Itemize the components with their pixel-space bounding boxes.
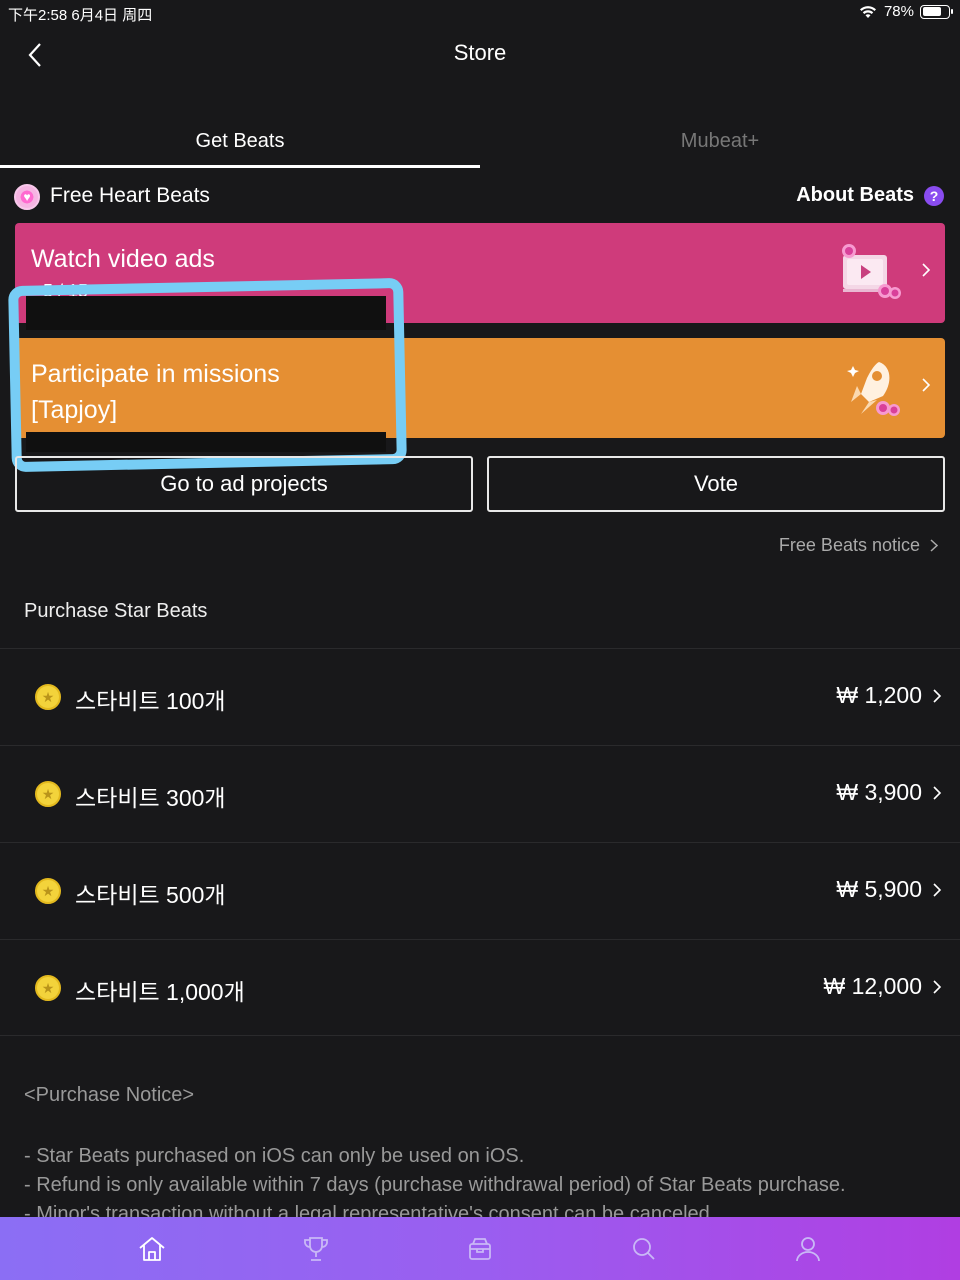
annotation-marker-fill	[26, 432, 386, 452]
help-icon[interactable]: ?	[924, 186, 944, 206]
go-to-ad-projects-button[interactable]: Go to ad projects	[15, 456, 473, 512]
store-icon	[469, 1237, 491, 1260]
status-time: 下午2:58 6月4日 周四	[8, 7, 153, 24]
profile-icon	[796, 1236, 820, 1261]
section-title: Free Heart Beats	[50, 184, 210, 207]
rocket-icon	[847, 362, 900, 416]
chevron-right-icon	[933, 689, 942, 703]
card-title-line2: [Tapjoy]	[31, 396, 118, 424]
vote-button[interactable]: Vote	[487, 456, 945, 512]
home-icon	[139, 1236, 165, 1261]
chevron-right-icon	[922, 378, 931, 392]
nav-bar: Store	[0, 26, 960, 86]
heart-beat-icon: ♥	[14, 184, 40, 210]
chevron-right-icon	[933, 980, 942, 994]
status-right: 78%	[858, 3, 953, 20]
status-bar: 下午2:58 6月4日 周四 78%	[0, 0, 960, 26]
item-price: ₩ 1,200	[836, 682, 922, 708]
star-coin-icon: ★	[35, 975, 61, 1001]
nav-ranking[interactable]	[234, 1217, 398, 1280]
battery-icon	[920, 4, 953, 19]
search-icon	[633, 1237, 655, 1260]
item-price: ₩ 3,900	[836, 779, 922, 805]
annotation-marker-fill	[26, 296, 386, 330]
trophy-icon	[304, 1236, 328, 1261]
card-title-line1: Participate in missions	[31, 360, 280, 388]
item-price: ₩ 5,900	[836, 876, 922, 902]
tab-bar: Get Beats Mubeat+	[0, 110, 960, 170]
purchase-row[interactable]: ★ 스타비트 1,000개 ₩ 12,000	[0, 939, 960, 1036]
item-label: 스타비트 300개	[75, 785, 226, 811]
item-label: 스타비트 100개	[75, 688, 226, 714]
item-label: 스타비트 1,000개	[75, 979, 245, 1005]
chevron-right-icon	[933, 786, 942, 800]
nav-store[interactable]	[398, 1217, 562, 1280]
notice-line: - Star Beats purchased on iOS can only b…	[24, 1145, 525, 1167]
purchase-row[interactable]: ★ 스타비트 500개 ₩ 5,900	[0, 842, 960, 939]
free-beats-notice-link[interactable]: Free Beats notice	[779, 535, 938, 556]
notice-link-label: Free Beats notice	[778, 535, 920, 555]
star-coin-icon: ★	[35, 684, 61, 710]
purchase-notice-title: <Purchase Notice>	[24, 1084, 195, 1106]
battery-fill	[922, 7, 942, 16]
item-label: 스타비트 500개	[75, 882, 226, 908]
nav-profile[interactable]	[726, 1217, 890, 1280]
chevron-right-icon	[922, 263, 931, 277]
nav-home[interactable]	[70, 1217, 234, 1280]
bottom-nav-bar	[0, 1217, 960, 1280]
notice-line: - Refund is only available within 7 days…	[24, 1174, 846, 1196]
video-play-icon	[842, 244, 901, 299]
star-coin-icon: ★	[35, 878, 61, 904]
purchase-row[interactable]: ★ 스타비트 100개 ₩ 1,200	[0, 648, 960, 745]
tab-mubeat-plus[interactable]: Mubeat+	[480, 110, 960, 170]
page-title: Store	[453, 40, 507, 65]
card-title: Watch video ads	[31, 245, 215, 273]
wifi-icon	[859, 5, 876, 18]
about-beats-link[interactable]: About Beats	[796, 184, 914, 207]
card-title: Participate in missions [Tapjoy]	[31, 356, 280, 428]
chevron-right-icon	[933, 883, 942, 897]
tapjoy-missions-card[interactable]: Participate in missions [Tapjoy]	[15, 338, 945, 438]
chevron-right-icon	[930, 539, 938, 552]
tab-get-beats[interactable]: Get Beats	[0, 110, 480, 170]
nav-search[interactable]	[562, 1217, 726, 1280]
battery-percent: 78%	[883, 3, 914, 20]
item-price: ₩ 12,000	[823, 973, 922, 999]
purchase-notice-text: - Star Beats purchased on iOS can only b…	[24, 1142, 846, 1229]
purchase-row[interactable]: ★ 스타비트 300개 ₩ 3,900	[0, 745, 960, 842]
free-heart-beats-header: ♥ Free Heart Beats About Beats ?	[0, 178, 960, 218]
star-coin-icon: ★	[35, 781, 61, 807]
purchase-section-title: Purchase Star Beats	[24, 600, 208, 622]
